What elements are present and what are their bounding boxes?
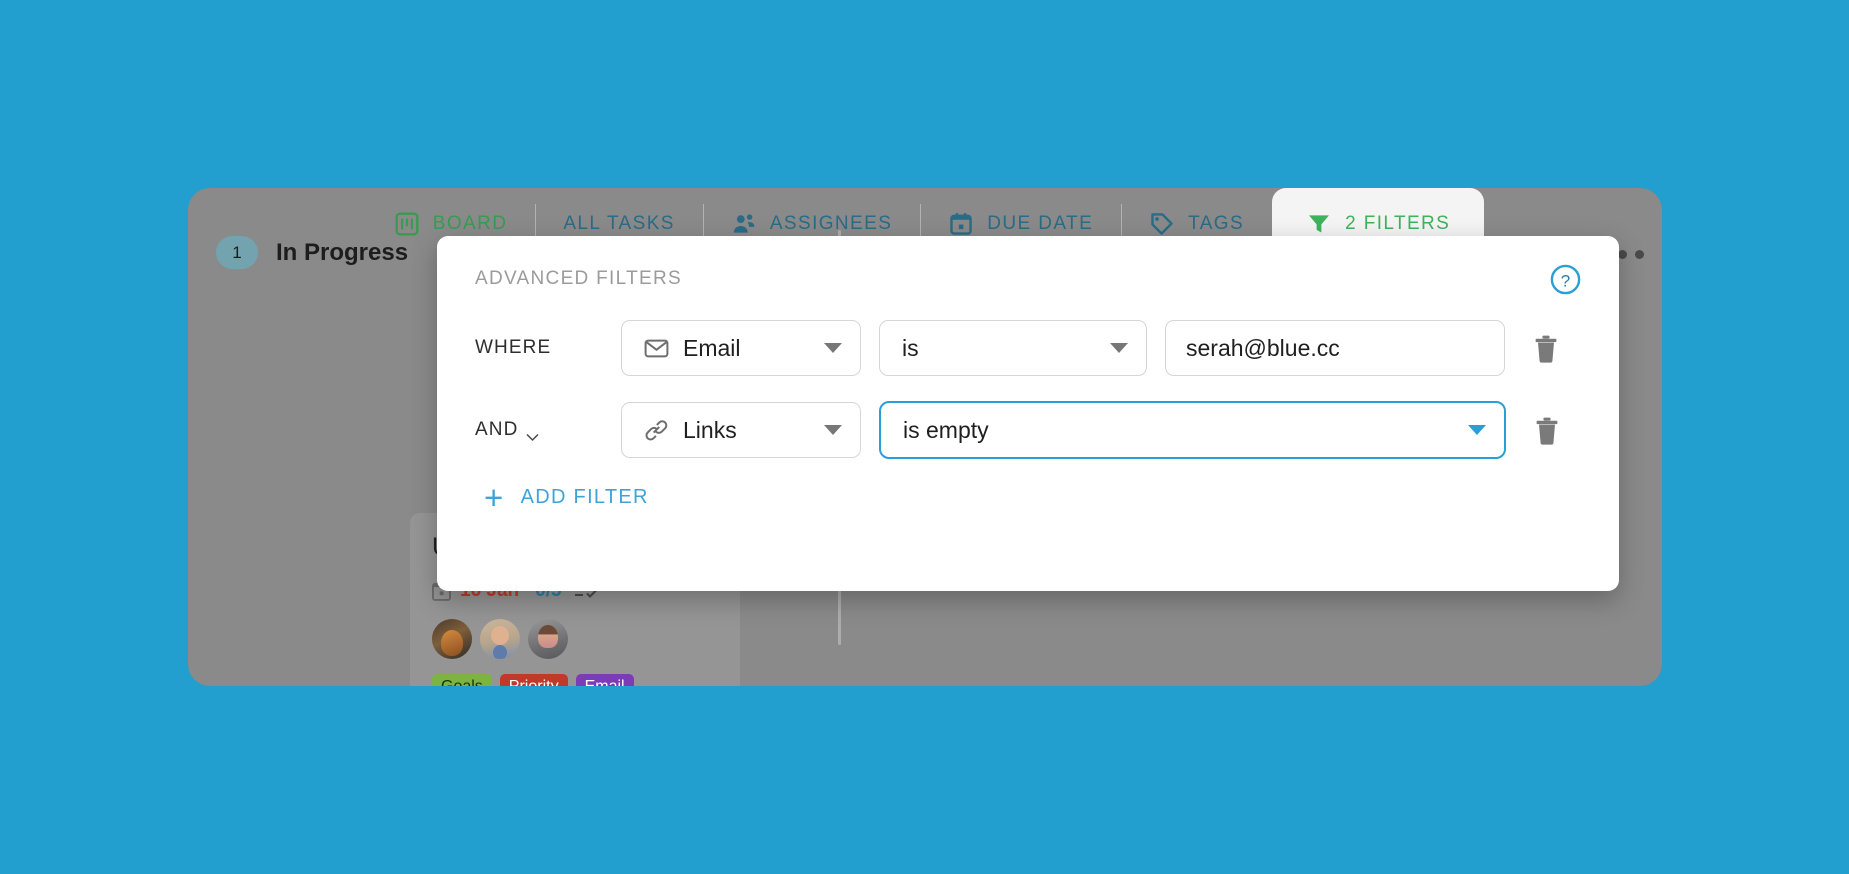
calendar-icon: [948, 211, 974, 237]
dot-3: [1635, 250, 1644, 259]
filter-value-input[interactable]: serah@blue.cc: [1165, 320, 1505, 376]
dot-2: [1618, 250, 1627, 259]
avatar[interactable]: [480, 619, 520, 659]
board-columns-icon: [394, 211, 420, 237]
tag-chip[interactable]: Priority: [499, 674, 568, 686]
filter-conjunction-label: AND: [475, 419, 519, 440]
column-header-in-progress: 1 In Progress: [216, 236, 408, 269]
toolbar-item-board-label: BOARD: [432, 213, 508, 234]
modal-title: ADVANCED FILTERS: [475, 268, 682, 289]
avatar[interactable]: [528, 619, 568, 659]
toolbar-item-filters-label: 2 FILTERS: [1345, 213, 1451, 234]
task-tags: Goals Priority Email: [432, 674, 718, 686]
delete-filter-button[interactable]: [1533, 334, 1559, 363]
svg-text:?: ?: [1561, 271, 1570, 290]
filter-operator-select[interactable]: is: [879, 320, 1147, 376]
chevron-down-icon: [526, 426, 539, 441]
filter-field-label: Links: [683, 416, 737, 443]
filter-conjunction-and[interactable]: AND: [475, 419, 621, 441]
envelope-icon: [644, 336, 669, 361]
column-title: In Progress: [276, 238, 409, 266]
filter-field-label: Email: [683, 334, 741, 361]
filter-field-select[interactable]: Email: [621, 320, 861, 376]
filter-row: AND Links is empty: [475, 401, 1581, 459]
filter-conjunction-label: WHERE: [475, 337, 552, 358]
tag-chip[interactable]: Goals: [432, 674, 492, 686]
add-filter-label: ADD FILTER: [520, 486, 649, 508]
filter-operator-label: is: [902, 334, 919, 361]
task-assignee-avatars: [432, 619, 718, 659]
avatar[interactable]: [432, 619, 472, 659]
add-filter-button[interactable]: + ADD FILTER: [484, 478, 1581, 516]
advanced-filters-modal: ADVANCED FILTERS ? WHERE Email is serah@…: [437, 236, 1619, 591]
link-chain-icon: [644, 418, 669, 443]
column-task-count: 1: [216, 236, 258, 269]
filter-value-text: serah@blue.cc: [1186, 334, 1340, 361]
toolbar-item-assignees-label: ASSIGNEES: [769, 213, 893, 234]
toolbar-item-all-tasks-label: ALL TASKS: [563, 213, 675, 234]
delete-filter-button[interactable]: [1534, 416, 1560, 445]
chevron-down-icon: [824, 425, 842, 435]
plus-icon: +: [484, 478, 505, 516]
chevron-down-icon: [824, 343, 842, 353]
chevron-down-icon: [1468, 425, 1486, 435]
toolbar-item-due-date-label: DUE DATE: [987, 213, 1094, 234]
tag-chip[interactable]: Email: [575, 674, 634, 686]
people-icon: [731, 211, 757, 237]
funnel-icon: [1306, 211, 1332, 237]
filter-operator-select-focused[interactable]: is empty: [879, 401, 1506, 459]
toolbar-item-tags-label: TAGS: [1188, 213, 1245, 234]
filter-field-select[interactable]: Links: [621, 402, 861, 458]
question-circle-icon[interactable]: ?: [1550, 264, 1581, 295]
chevron-down-icon: [1110, 343, 1128, 353]
filter-operator-label: is empty: [903, 416, 989, 443]
filter-row: WHERE Email is serah@blue.cc: [475, 320, 1581, 376]
tag-icon: [1149, 211, 1175, 237]
modal-header: ADVANCED FILTERS ?: [475, 264, 1581, 295]
filter-conjunction-where: WHERE: [475, 337, 621, 359]
